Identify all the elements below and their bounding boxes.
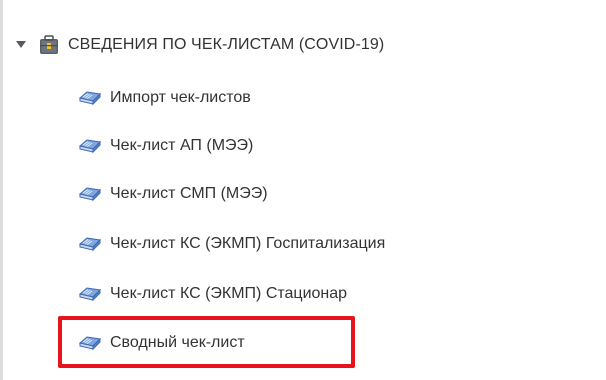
- document-book-icon: [78, 287, 102, 302]
- tree-item-checklist-smp[interactable]: Чек-лист СМП (МЭЭ): [78, 179, 268, 209]
- tree-item-label: Импорт чек-листов: [110, 89, 251, 106]
- document-book-icon: [78, 91, 102, 106]
- tree-item-import[interactable]: Импорт чек-листов: [78, 83, 251, 113]
- tree-item-label: Чек-лист АП (МЭЭ): [110, 137, 254, 154]
- tree-item-checklist-ap[interactable]: Чек-лист АП (МЭЭ): [78, 131, 253, 161]
- document-book-icon: [78, 187, 102, 202]
- tree-item-label: Чек-лист СМП (МЭЭ): [110, 185, 268, 202]
- tree-item-checklist-ks-hospitalization[interactable]: Чек-лист КС (ЭКМП) Госпитализация: [78, 229, 385, 259]
- tree-item-checklist-ks-hospital[interactable]: Чек-лист КС (ЭКМП) Стационар: [78, 279, 347, 309]
- document-book-icon: [78, 336, 102, 351]
- document-book-icon: [78, 139, 102, 154]
- briefcase-folder-icon: [40, 35, 58, 54]
- expand-triangle-icon[interactable]: [14, 38, 28, 52]
- document-book-icon: [78, 237, 102, 252]
- tree-item-label: Чек-лист КС (ЭКМП) Госпитализация: [110, 235, 386, 252]
- tree-item-summary-checklist[interactable]: Сводный чек-лист: [78, 328, 245, 358]
- menu-tree: СВЕДЕНИЯ ПО ЧЕК-ЛИСТАМ (COVID-19) Импорт…: [0, 0, 606, 380]
- tree-root-node[interactable]: СВЕДЕНИЯ ПО ЧЕК-ЛИСТАМ (COVID-19): [14, 30, 384, 60]
- tree-root-label: СВЕДЕНИЯ ПО ЧЕК-ЛИСТАМ (COVID-19): [68, 36, 385, 53]
- tree-item-label: Чек-лист КС (ЭКМП) Стационар: [110, 285, 348, 302]
- tree-item-label: Сводный чек-лист: [110, 334, 245, 351]
